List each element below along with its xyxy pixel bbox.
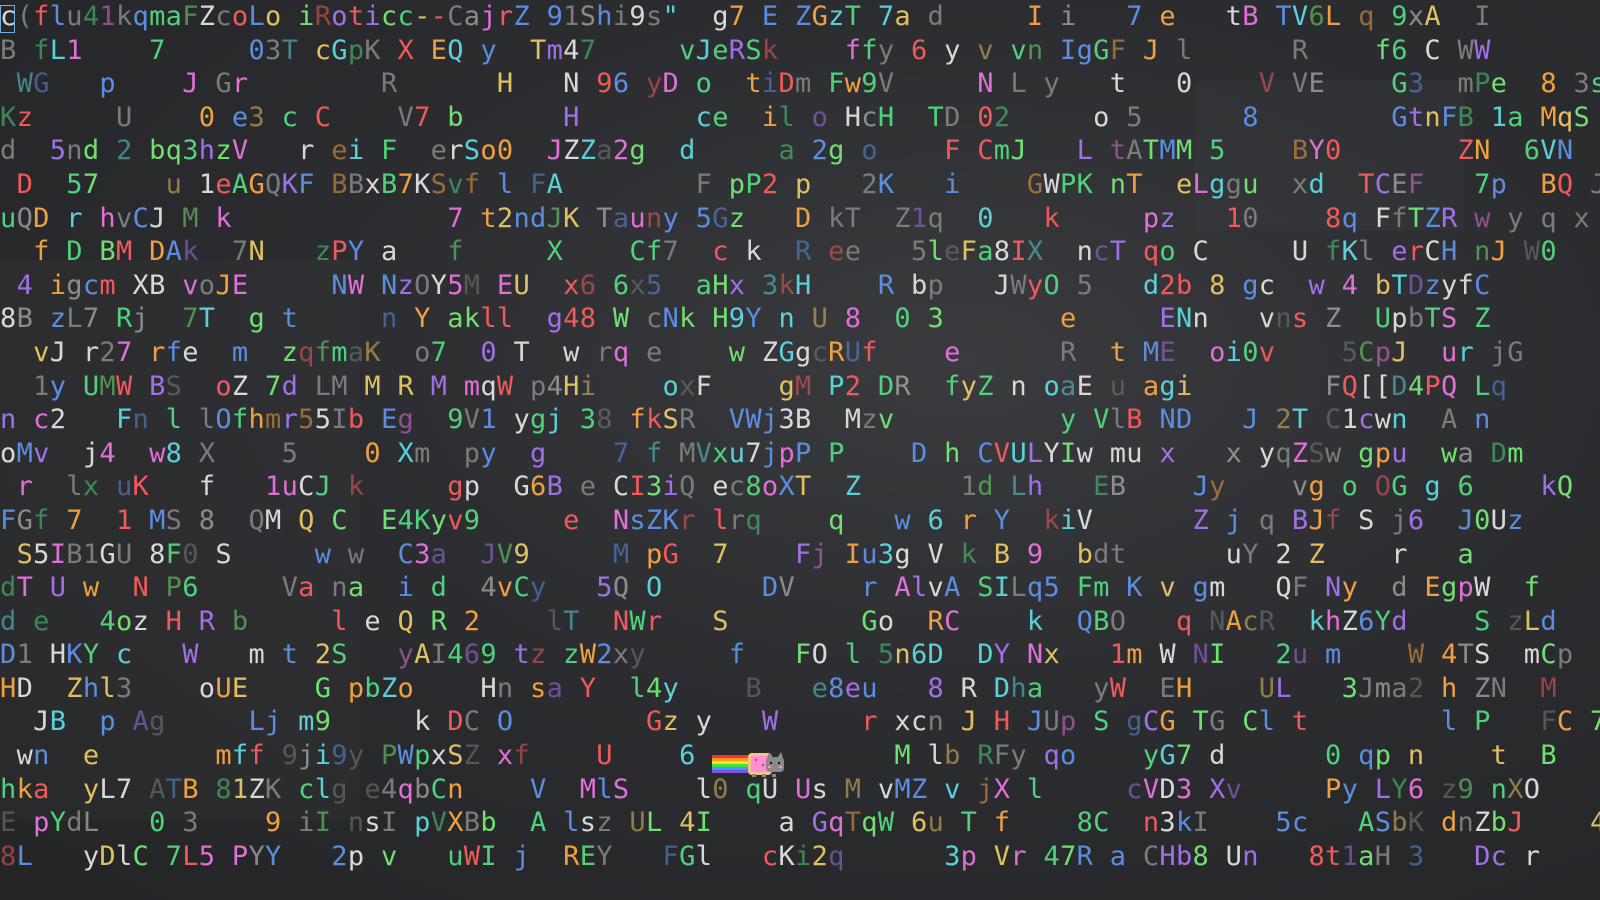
terminal-line: FGf 7 1 MS 8 QM Q C E4Kyv9 e NsZKr lrq q… [0,504,1524,536]
nyan-cat-icon [712,752,784,777]
terminal-line: c(flu41kqmaFZcoLo iRoticc--CajrZ 91Shi9s… [0,1,1491,32]
terminal-line: oMv j4 w8 X 5 0 Xm py g 7 f MVxu7jpP P D… [0,437,1524,469]
terminal-line: d e 4oz H R b l e Q R 2 lT NWr S Go RC k… [0,605,1557,637]
terminal-line: Kz U 0 e3 c C V7 b H ce il o HcH TD 02 o… [0,101,1590,133]
terminal-line: 8L yDlC 7L5 PYY 2p v uWI j REY FGl cKi2q… [0,840,1541,872]
terminal-line: dT U w N P6 Va na i d 4vCy 5Q O DV r Alv… [0,572,1541,604]
terminal-line: S5IB1GU 8F0 S w w C3a JV9 M pG 7 Fj Iu3g… [16,538,1475,570]
terminal-line: 8B zL7 Rj 7T g t n Y akll g48 W cNk H9Y … [0,303,1491,335]
terminal-text-area[interactable]: c(flu41kqmaFZcoLo iRoticc--CajrZ 91Shi9s… [0,0,1600,900]
terminal-line: D 57 u 1eAGQKF BBxB7KSvf l FA F pP2 p 2K… [16,168,1600,200]
terminal-line: E pYdL 0 3 9 iI nsI pVXBb A lsz UL 4I a … [0,807,1600,839]
terminal-line: uQD r hvCJ M k 7 t2ndJK Tauny 5Gz D kT Z… [0,202,1590,234]
terminal-line: wn e mff 9ji9y PWpxSZ xf U 6 M lb RFy qo… [16,740,1557,772]
terminal-line: hka yL7 ATB 81ZK clg e4qbCn V MlS l0 qU … [0,773,1541,805]
terminal-line: HD Zhl3 oUE G pbZo Hn sa Y l4y B e8eu 8 … [0,672,1557,704]
terminal-line: B fL1 7 03T cGpK X EQ y Tm47 vJeRSk ffy … [0,34,1491,66]
terminal-line: r lx uK f 1uCJ k gp G6B e CI3iQ ec8oXT Z… [16,471,1574,503]
terminal-line: D1 HKY c W m t 2S yAI469 tz zW2xy f FO l… [0,639,1574,671]
terminal-line: JB p Ag Lj m9 k DC O Gz y W r xcn J H JU… [33,706,1600,738]
terminal-line: d 5nd 2 bq3hzV r ei F erSo0 JZZa2g d a 2… [0,135,1574,167]
terminal-line: n c2 Fn l lOfhmr55Ib Eg 9V1 ygj 38 fkSR … [0,404,1491,436]
terminal-line: 4 igcm XB voJE NW NzOY5M EU x6 6x5 aHx 3… [16,269,1491,301]
terminal-line: 1y UMW BS oZ 7d LM M R M mqW p4Hi oxF gM… [33,370,1508,402]
terminal-line: vJ r27 rfe m zqfmaK o7 0 T w rq e w ZGgc… [33,336,1524,368]
terminal-line: WG p J Gr R H N 96 yD o tiDm Fw9V N L y … [16,68,1600,100]
desktop-screen: c(flu41kqmaFZcoLo iRoticc--CajrZ 91Shi9s… [0,0,1600,900]
terminal-line: f D BM DAk 7N zPY a f X Cf7 c k R ee 5le… [33,236,1557,268]
terminal-cursor [0,5,15,33]
